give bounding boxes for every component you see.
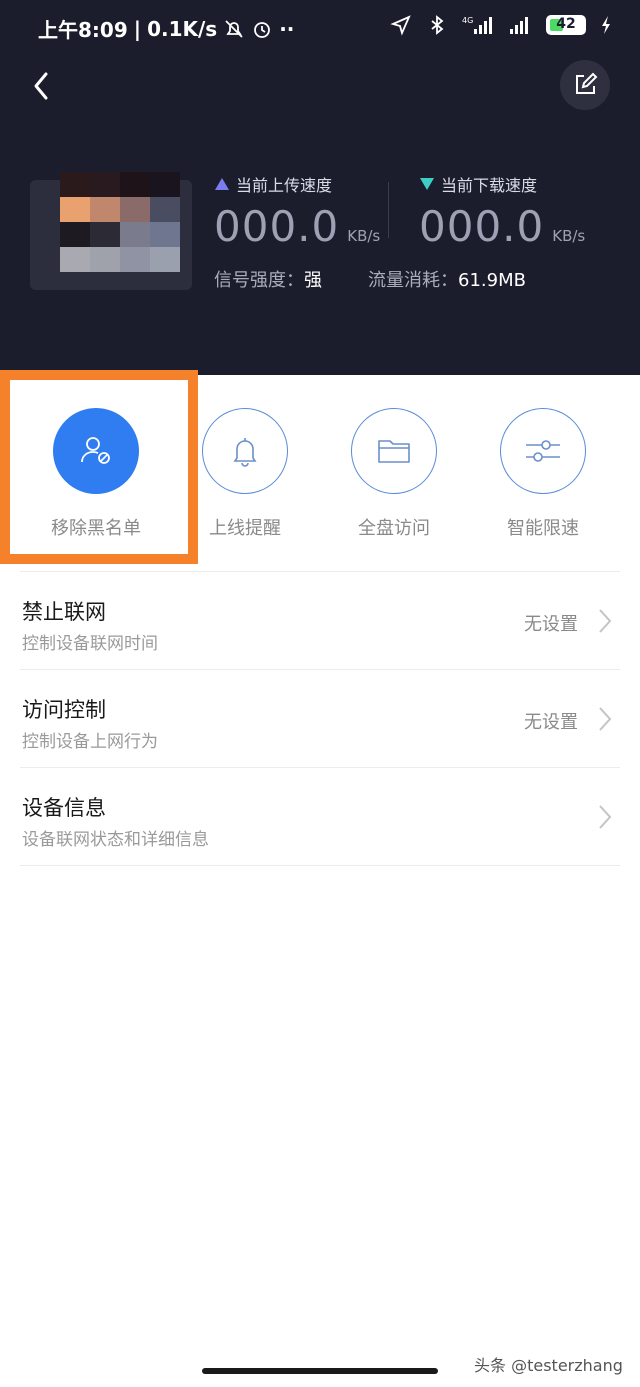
chevron-right-icon (599, 707, 612, 731)
full-disk-access-circle (351, 408, 437, 494)
download-speed: 当前下载速度 000.0 KB/s (419, 172, 585, 251)
status-time: 上午8:09 (38, 18, 128, 42)
signal-4g-icon: 4G (462, 16, 492, 34)
smart-speed-limit-circle (500, 408, 586, 494)
edit-button[interactable] (560, 60, 610, 110)
watermark: 头条 @testerzhang (474, 1356, 623, 1375)
smart-speed-limit-label: 智能限速 (507, 518, 579, 539)
list-item-title: 设备信息 (22, 796, 106, 820)
upload-unit: KB/s (347, 227, 381, 245)
alarm-icon (254, 21, 271, 38)
download-arrow-icon (420, 178, 434, 190)
status-net-speed: 0.1K/s (147, 16, 218, 41)
download-value: 000.0 (419, 202, 545, 251)
upload-value: 000.0 (214, 202, 340, 251)
bell-icon (233, 438, 257, 467)
smart-speed-limit-button[interactable]: 智能限速 (483, 408, 603, 540)
device-header: 上午8:09 | 0.1K/s ·· 4G 42 当前上传速度 000.0 KB… (0, 0, 640, 375)
chevron-right-icon (599, 609, 612, 633)
status-left: 上午8:09 | 0.1K/s ·· (38, 14, 294, 43)
online-reminder-label: 上线提醒 (209, 518, 281, 539)
status-right: 4G 42 (390, 14, 612, 36)
online-reminder-circle (202, 408, 288, 494)
traffic-value: 61.9MB (458, 270, 526, 291)
chevron-right-icon (599, 805, 612, 829)
online-reminder-button[interactable]: 上线提醒 (185, 408, 305, 540)
highlight-box (0, 370, 198, 564)
sliders-icon (526, 440, 560, 462)
signal-label: 信号强度： (214, 270, 304, 291)
list-item-title: 禁止联网 (22, 600, 106, 624)
device-image (30, 172, 192, 290)
edit-icon (576, 72, 598, 94)
status-separator: | (133, 16, 142, 41)
full-disk-access-label: 全盘访问 (358, 518, 430, 539)
battery-indicator: 42 (546, 15, 586, 35)
folder-icon (378, 440, 410, 463)
upload-arrow-icon (215, 178, 229, 190)
download-label: 当前下载速度 (441, 176, 538, 195)
status-bar: 上午8:09 | 0.1K/s ·· 4G 42 (0, 0, 640, 56)
download-unit: KB/s (552, 227, 586, 245)
signal-value: 强 (304, 270, 322, 291)
upload-label: 当前上传速度 (236, 176, 333, 195)
charging-icon (602, 16, 610, 34)
stat-divider (388, 182, 389, 238)
list-item-subtitle: 设备联网状态和详细信息 (22, 830, 209, 850)
upload-speed: 当前上传速度 000.0 KB/s (214, 172, 380, 251)
more-notifications-icon: ·· (279, 16, 295, 41)
full-disk-access-button[interactable]: 全盘访问 (334, 408, 454, 540)
silent-bell-icon (225, 19, 243, 38)
battery-text: 42 (556, 16, 576, 32)
list-item-value: 无设置 (524, 712, 578, 733)
device-image-mosaic (60, 172, 180, 272)
list-item-title: 访问控制 (22, 698, 106, 722)
list-item-value: 无设置 (524, 614, 578, 635)
list-item-access-control[interactable]: 访问控制 控制设备上网行为 无设置 (20, 669, 620, 767)
svg-text:4G: 4G (462, 16, 473, 25)
location-icon (390, 15, 411, 36)
list-item-block-network[interactable]: 禁止联网 控制设备联网时间 无设置 (20, 571, 620, 669)
list-item-subtitle: 控制设备联网时间 (22, 634, 158, 654)
home-indicator[interactable] (202, 1368, 438, 1374)
traffic-usage: 流量消耗：61.9MB (368, 266, 526, 292)
list-item-subtitle: 控制设备上网行为 (22, 732, 158, 752)
bluetooth-icon (431, 15, 444, 35)
settings-list: 禁止联网 控制设备联网时间 无设置 访问控制 控制设备上网行为 无设置 设备信息… (20, 571, 620, 866)
back-icon[interactable] (28, 66, 56, 106)
traffic-label: 流量消耗： (368, 270, 458, 291)
signal-icon (510, 17, 528, 34)
list-item-device-info[interactable]: 设备信息 设备联网状态和详细信息 (20, 767, 620, 866)
signal-strength: 信号强度：强 (214, 266, 322, 292)
